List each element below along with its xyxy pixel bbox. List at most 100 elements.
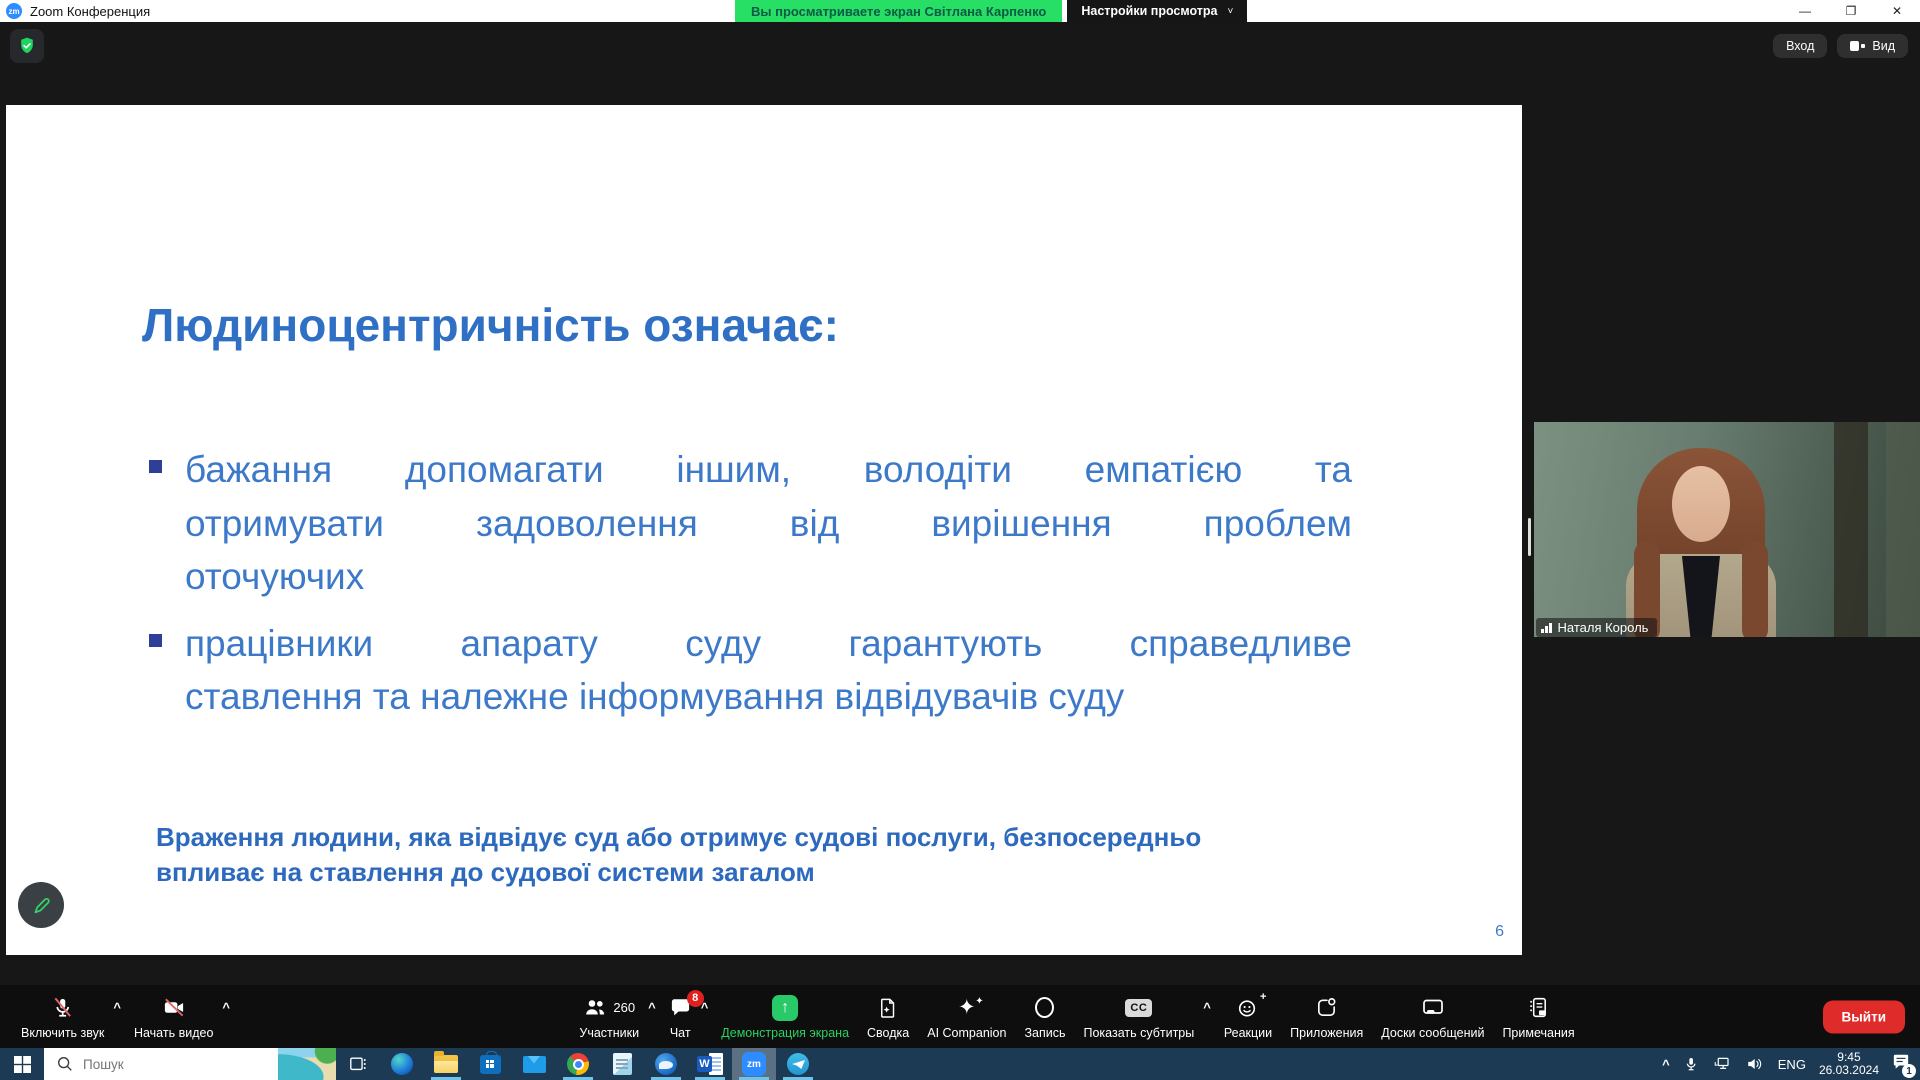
search-input[interactable] [83,1057,243,1072]
search-highlight-image[interactable] [278,1048,336,1080]
meeting-topbar: Вход Вид [0,22,1920,70]
signal-strength-icon [1541,623,1552,633]
task-view-icon [349,1055,367,1073]
chat-chevron[interactable]: ^ [701,1000,709,1046]
annotate-button[interactable] [18,882,64,928]
view-layout-icon [1850,41,1865,51]
edge-icon [391,1053,413,1075]
summary-label: Сводка [867,1026,909,1040]
window-titlebar: zm Zoom Конференция Вы просматриваете эк… [0,0,1920,22]
login-button[interactable]: Вход [1773,34,1827,58]
taskbar-clock[interactable]: 9:45 26.03.2024 [1819,1051,1879,1078]
notes-icon [1527,996,1550,1019]
unmute-button[interactable]: Включить звук [12,988,113,1046]
notes-label: Примечания [1502,1026,1574,1040]
tray-mic-icon[interactable] [1683,1055,1699,1073]
taskbar-app-thunderbird[interactable] [644,1048,688,1080]
clock-time: 9:45 [1819,1051,1879,1065]
plus-icon: + [1260,991,1266,1003]
participant-figure [1672,466,1730,542]
up-arrow-icon: ↑ [781,999,789,1017]
security-shield-button[interactable] [10,29,44,63]
taskbar-search[interactable] [44,1048,336,1080]
windows-taskbar: W zm ^ ENG 9:45 26.03.2024 [0,1048,1920,1080]
view-label: Вид [1872,39,1895,53]
taskbar-app-word[interactable]: W [688,1048,732,1080]
view-settings-button[interactable]: Настройки просмотра ˅ [1067,0,1247,22]
thunderbird-icon [655,1053,677,1075]
participant-video-tile[interactable]: Наталя Король [1534,422,1920,637]
start-button[interactable] [0,1048,44,1080]
telegram-icon [787,1053,809,1075]
leave-meeting-button[interactable]: Выйти [1823,1000,1906,1033]
participant-name: Наталя Король [1558,620,1649,635]
view-button[interactable]: Вид [1837,34,1908,58]
ai-companion-button[interactable]: ✦✦ AI Companion [918,988,1015,1046]
reactions-button[interactable]: + Реакции [1215,988,1281,1046]
taskbar-app-chrome[interactable] [556,1048,600,1080]
participants-count: 260 [613,1000,635,1015]
slide-footnote: Враження людини, яка відвідує суд або от… [156,820,1201,890]
summary-button[interactable]: Сводка [858,988,918,1046]
panel-resize-handle[interactable] [1528,518,1531,556]
share-screen-button[interactable]: ↑ Демонстрация экрана [712,988,858,1046]
ai-companion-label: AI Companion [927,1026,1006,1040]
slide-bullet-list: бажання допомагати іншим, володіти емпат… [149,443,1359,737]
cc-icon: CC [1125,999,1152,1017]
presentation-slide: Людиноцентричність означає: бажання допо… [6,105,1522,955]
language-indicator[interactable]: ENG [1778,1057,1806,1072]
search-icon [56,1055,74,1073]
taskbar-app-notepad[interactable] [600,1048,644,1080]
minimize-button[interactable]: — [1782,0,1828,22]
chevron-down-icon: ˅ [1228,6,1234,17]
taskbar-app-store[interactable] [468,1048,512,1080]
taskbar-app-zoom[interactable]: zm [732,1048,776,1080]
video-options-chevron[interactable]: ^ [222,1000,230,1046]
close-button[interactable]: ✕ [1874,0,1920,22]
bullet-line: бажання допомагати іншим, володіти емпат… [185,443,1352,497]
taskbar-app-telegram[interactable] [776,1048,820,1080]
share-screen-icon: ↑ [772,995,798,1021]
file-explorer-icon [434,1055,458,1073]
participants-chevron[interactable]: ^ [648,1000,656,1046]
screen-share-banner: Вы просматриваете экран Світлана Карпенк… [735,0,1062,22]
slide-page-number: 6 [1495,923,1504,941]
bullet-line: оточуючих [185,550,1352,604]
record-label: Запись [1024,1026,1065,1040]
captions-chevron[interactable]: ^ [1203,1000,1211,1046]
action-center-button[interactable]: 1 [1892,1053,1910,1075]
bullet-line: отримувати задоволення від вирішення про… [185,497,1352,551]
volume-icon[interactable] [1745,1055,1765,1073]
apps-button[interactable]: Приложения [1281,988,1372,1046]
start-video-button[interactable]: Начать видео [125,988,222,1046]
captions-label: Показать субтитры [1083,1026,1194,1040]
mic-muted-icon [51,996,74,1019]
start-video-label: Начать видео [134,1026,213,1040]
captions-button[interactable]: CC Показать субтитры [1074,988,1203,1046]
slide-title: Людиноцентричність означає: [142,298,839,352]
taskbar-app-edge[interactable] [380,1048,424,1080]
whiteboards-button[interactable]: Доски сообщений [1372,988,1493,1046]
audio-options-chevron[interactable]: ^ [113,1000,121,1046]
bullet-square-icon [149,460,162,473]
notes-button[interactable]: Примечания [1493,988,1583,1046]
participant-name-tag: Наталя Король [1536,618,1657,637]
clock-date: 26.03.2024 [1819,1064,1879,1078]
share-screen-label: Демонстрация экрана [721,1026,849,1040]
task-view-button[interactable] [336,1048,380,1080]
participants-button[interactable]: 260 Участники [570,988,648,1046]
restore-button[interactable]: ❐ [1828,0,1874,22]
record-button[interactable]: Запись [1015,988,1074,1046]
taskbar-app-mail[interactable] [512,1048,556,1080]
microsoft-store-icon [480,1055,501,1074]
view-settings-label: Настройки просмотра [1081,4,1217,18]
participant-figure [1742,542,1768,637]
meeting-toolbar: Включить звук ^ Начать видео ^ [0,985,1920,1048]
apps-icon [1315,996,1338,1019]
hidden-icons-chevron[interactable]: ^ [1662,1057,1670,1072]
network-icon[interactable] [1712,1055,1732,1073]
chat-button[interactable]: 8 Чат [660,988,701,1046]
notepad-icon [613,1053,632,1075]
video-background [1834,422,1868,637]
taskbar-app-explorer[interactable] [424,1048,468,1080]
